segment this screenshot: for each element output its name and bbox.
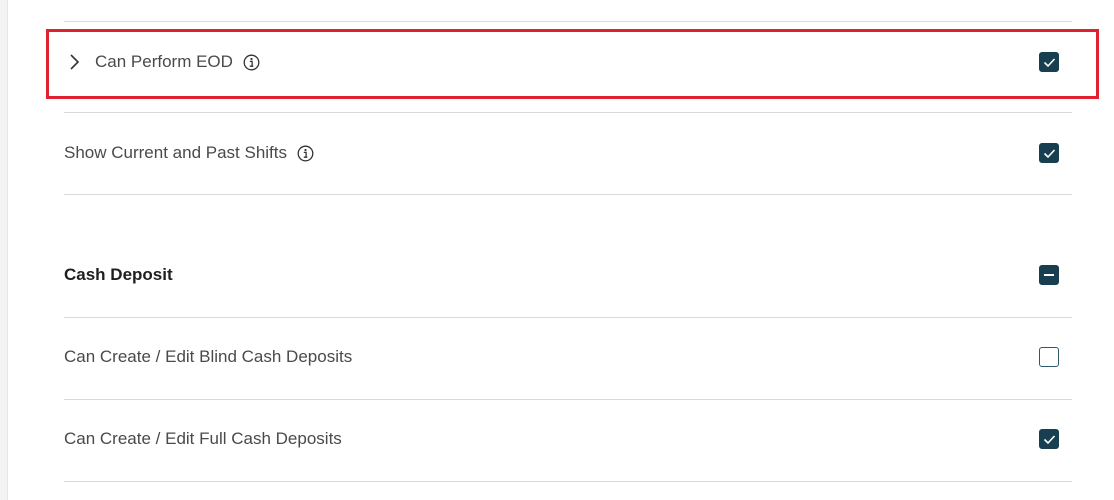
row-divider [64,194,1072,195]
blind-cash-deposits-checkbox[interactable] [1039,347,1059,367]
checkmark-icon [1043,148,1055,158]
cash-deposit-checkbox[interactable] [1039,265,1059,285]
info-icon[interactable] [297,145,314,162]
highlight-box [46,29,1099,99]
checkmark-icon [1043,434,1055,444]
left-rail [0,0,8,500]
section-title: Cash Deposit [64,265,173,284]
row-divider [64,112,1072,113]
section-header-cash-deposit: Cash Deposit [64,257,1072,293]
row-divider [64,317,1072,318]
row-divider [64,399,1072,400]
full-cash-deposits-checkbox[interactable] [1039,429,1059,449]
permission-row-shifts[interactable]: Show Current and Past Shifts [64,135,1072,171]
permission-row-blind-cash-deposits[interactable]: Can Create / Edit Blind Cash Deposits [64,339,1072,375]
shifts-checkbox[interactable] [1039,143,1059,163]
row-divider [64,481,1072,482]
row-divider [64,21,1072,22]
minus-icon [1044,274,1054,276]
permissions-panel: Can Perform EOD Show Current and Past Sh… [0,0,1114,500]
permission-label: Can Create / Edit Blind Cash Deposits [64,347,353,366]
permission-label: Show Current and Past Shifts [64,143,288,162]
permission-label: Can Create / Edit Full Cash Deposits [64,429,342,448]
permission-row-full-cash-deposits[interactable]: Can Create / Edit Full Cash Deposits [64,421,1072,457]
